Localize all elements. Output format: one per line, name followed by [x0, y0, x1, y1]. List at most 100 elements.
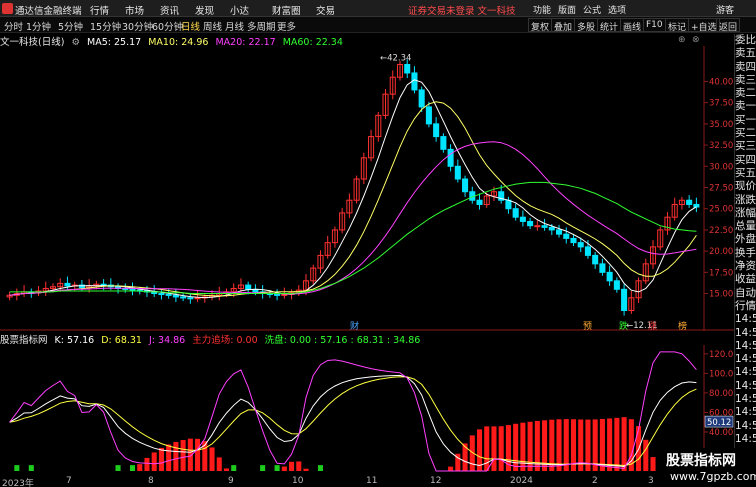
zoom-icon[interactable]: ⊕: [678, 35, 686, 45]
tab-15min[interactable]: 15分钟: [90, 19, 121, 33]
quote-panel-item: 现价: [735, 180, 756, 193]
candlestick-chart[interactable]: 40.00 37.50 35.00 32.50 30.00 27.50 25.00 22.50…: [0, 46, 734, 331]
main-force-bar: [599, 419, 605, 471]
event-marker: 财: [350, 320, 359, 331]
menu-jiaoyi[interactable]: 交易: [316, 3, 335, 17]
indicator-axis: 120.0100.080.0060.0040.0020.0050.12: [704, 350, 733, 457]
main-force-bar: [137, 464, 143, 471]
title-bar: 通达信金融终端 行情 市场 资讯 发现 小达 财富圈 交易 证券交易未登录 文一…: [0, 0, 756, 17]
quote-panel: 委比 卖五 卖四 卖三 卖二 卖一 买一 买二 买三 买四 买五 现价 涨跌 涨幅 总量 外盘 换手 净资 收益 自动…: [734, 34, 756, 487]
watermark-url: www.7gpzb.com: [670, 470, 756, 483]
watermark-title: 股票指标网: [666, 453, 736, 469]
candle-down: [584, 246, 591, 256]
tab-more[interactable]: 更多: [277, 19, 296, 33]
candle-down: [187, 297, 194, 300]
tab-1min[interactable]: 1分钟: [26, 19, 51, 33]
tab-5min[interactable]: 5分钟: [58, 19, 83, 33]
menu-caifuquan[interactable]: 财富圈: [272, 3, 301, 17]
indicator-name: 股票指标网: [0, 335, 48, 346]
menu-xiaoda[interactable]: 小达: [230, 3, 249, 17]
price-axis: 40.00 37.50 35.00 32.50 30.00 27.50 25.00 22.50…: [704, 77, 733, 300]
main-force-bar: [281, 466, 287, 471]
candle-down: [129, 288, 136, 291]
candle-down: [570, 237, 577, 244]
menu-zixun[interactable]: 资讯: [160, 3, 179, 17]
quote-panel-item: 委比: [735, 34, 756, 46]
wash-bar: [14, 465, 20, 471]
quote-panel-item: 行情: [735, 299, 756, 312]
date-axis-label: 10: [292, 476, 304, 486]
high-price-label: ←42.34: [380, 54, 411, 64]
main-force-bar: [484, 426, 490, 471]
main-force-bar: [607, 418, 613, 471]
main-force-bar: [223, 468, 230, 471]
event-marker: 跌: [619, 321, 628, 331]
price-tick-label: 40.00: [709, 77, 733, 87]
candle-down: [158, 293, 165, 296]
button-tongji[interactable]: 统计: [597, 18, 622, 33]
quote-panel-item: 14:50: [735, 393, 756, 406]
quote-panel-item: 卖四: [735, 60, 756, 73]
main-force-bar: [563, 419, 569, 471]
wash-bar: [115, 465, 121, 471]
button-duogu[interactable]: 多股: [574, 18, 599, 33]
button-f10[interactable]: F10: [643, 18, 666, 32]
tab-multi-period[interactable]: 多周期: [247, 19, 276, 33]
tab-60min[interactable]: 60分钟: [152, 19, 183, 33]
menu-gongneng[interactable]: 功能: [533, 3, 551, 16]
button-huaxian[interactable]: 画线: [620, 18, 645, 33]
candle-down: [165, 293, 172, 296]
tab-30min[interactable]: 30分钟: [122, 19, 153, 33]
button-diejia[interactable]: 叠加: [551, 18, 576, 33]
main-force-bar: [216, 457, 222, 471]
date-axis-label: 9: [228, 476, 234, 486]
quote-panel-item: 收益: [735, 273, 756, 286]
quote-panel-item: 自动: [735, 286, 756, 299]
app-name: 通达信金融终端: [15, 6, 82, 17]
date-axis-label: 7: [66, 476, 72, 486]
event-marker: 榜: [678, 320, 687, 331]
menu-hangqing[interactable]: 行情: [90, 3, 109, 17]
price-tick-label: 30.00: [709, 162, 733, 172]
candle-down: [686, 199, 693, 205]
login-notice[interactable]: 证券交易未登录 文一科技: [408, 3, 516, 17]
price-tick-label: 15.00: [709, 290, 733, 300]
quote-panel-item: 14:50: [735, 366, 756, 379]
button-fuquan[interactable]: 复权: [528, 18, 553, 33]
kdj-indicator-chart[interactable]: 120.0100.080.0060.0040.0020.0050.12: [0, 345, 734, 475]
main-force-bar: [166, 444, 172, 471]
candle-down: [454, 165, 461, 180]
main-force-bar: [289, 461, 295, 471]
candle-down: [519, 216, 526, 222]
menu-xuanxiang[interactable]: 选项: [608, 3, 626, 16]
quote-panel-item: 买五: [735, 166, 756, 179]
main-force-bar: [173, 441, 179, 471]
tab-monthly[interactable]: 月线: [225, 19, 244, 33]
button-add-watchlist[interactable]: +自选: [688, 18, 720, 33]
date-axis: 2023年7891011122024234: [0, 476, 734, 487]
tab-fenshi[interactable]: 分时: [4, 19, 23, 33]
candle-down: [64, 282, 71, 287]
user-guest[interactable]: 游客: [716, 3, 734, 16]
button-back[interactable]: 返回: [716, 18, 741, 33]
ma5-line: [9, 79, 697, 299]
price-tick-label: 20.00: [709, 247, 733, 257]
tab-weekly[interactable]: 周线: [203, 19, 222, 33]
candle-down: [527, 220, 534, 227]
candle-down: [447, 148, 454, 167]
menu-faxian[interactable]: 发现: [195, 3, 214, 17]
close-panel-icon[interactable]: ⊗: [692, 35, 700, 45]
button-biaoji[interactable]: 标记: [665, 18, 690, 33]
cursor-value-label: 50.12: [707, 418, 731, 428]
menu-banmian[interactable]: 版面: [558, 3, 576, 16]
candle-down: [693, 203, 700, 208]
quote-panel-item: 换手: [735, 246, 756, 259]
date-axis-label: 12: [430, 476, 442, 486]
wash-bar: [129, 465, 136, 471]
menu-gongshi[interactable]: 公式: [583, 3, 601, 16]
ma-lines: [9, 79, 697, 299]
menu-shichang[interactable]: 市场: [125, 3, 144, 17]
tab-daily[interactable]: 日线: [181, 19, 200, 33]
main-force-bar: [498, 426, 504, 471]
main-force-bar: [614, 417, 620, 471]
